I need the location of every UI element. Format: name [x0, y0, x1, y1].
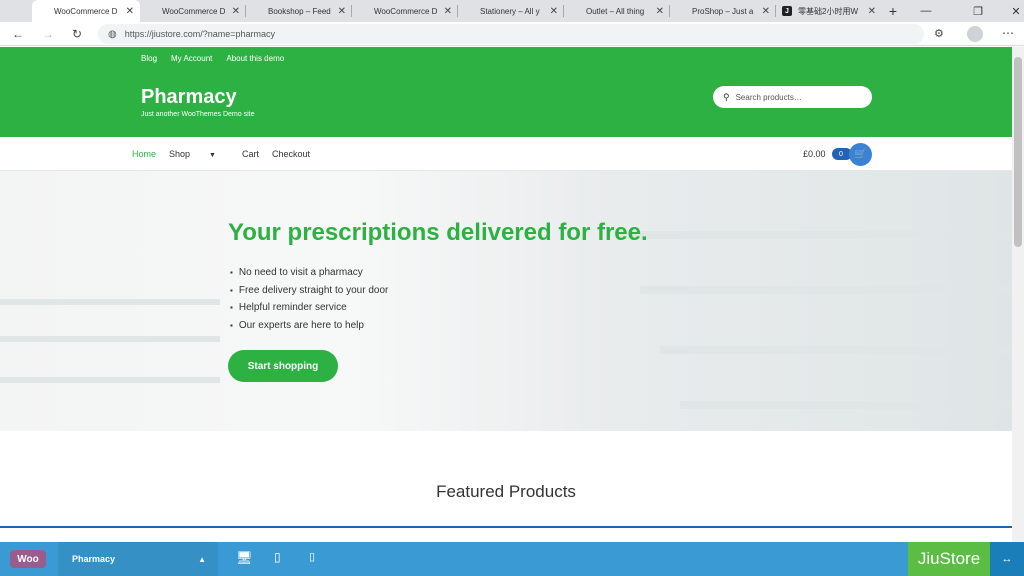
browser-tab[interactable]: Outlet – All thing ✕ [564, 0, 670, 22]
start-shopping-button[interactable]: Start shopping [228, 350, 338, 382]
desktop-icon[interactable]: 🖥 [236, 550, 253, 566]
site-title[interactable]: Pharmacy [141, 86, 237, 109]
globe-icon: ◍ [108, 28, 117, 40]
back-icon[interactable]: ← [10, 26, 26, 42]
nav-home[interactable]: Home [132, 149, 156, 159]
list-item: No need to visit a pharmacy [230, 264, 388, 282]
expand-icon[interactable]: ↔ [990, 542, 1024, 576]
nav-shop-label: Shop [169, 149, 191, 159]
chevron-up-icon: ▲ [198, 554, 206, 564]
browser-tab[interactable]: Bookshop – Feed ✕ [246, 0, 352, 22]
jiustore-brand[interactable]: JiuStore [908, 542, 990, 576]
reload-icon[interactable]: ↻ [69, 26, 85, 42]
browser-tab[interactable]: WooCommerce D ✕ [32, 0, 140, 22]
list-item: Our experts are here to help [230, 317, 388, 335]
tab-label: WooCommerce D [54, 6, 118, 16]
list-item: Free delivery straight to your door [230, 282, 389, 300]
store-name: Pharmacy [72, 554, 116, 564]
store-selector[interactable]: Pharmacy ▲ [58, 542, 218, 576]
avatar[interactable] [967, 26, 983, 42]
basket-icon[interactable]: 🛒 [849, 143, 872, 166]
close-icon[interactable]: ✕ [656, 6, 664, 17]
browser-tab[interactable]: J 零基础2小时用W ✕ [776, 0, 882, 22]
close-icon[interactable]: ✕ [232, 6, 240, 17]
minimize-icon[interactable]: — [906, 0, 946, 22]
search-box[interactable]: ⚲ [713, 86, 872, 108]
browser-tab[interactable]: WooCommerce D ✕ [140, 0, 246, 22]
nav-checkout[interactable]: Checkout [272, 149, 310, 159]
more-menu-icon[interactable]: ⋯ [1002, 26, 1014, 40]
tab-label: WooCommerce D [374, 6, 438, 16]
tab-label: 零基础2小时用W [798, 6, 858, 16]
browser-tab[interactable]: Stationery – All y ✕ [458, 0, 564, 22]
featured-section: Featured Products [0, 431, 1012, 501]
new-tab-button[interactable]: + [882, 0, 904, 22]
maximize-icon[interactable]: ❐ [958, 0, 998, 22]
scrollbar-thumb[interactable] [1014, 57, 1022, 247]
top-link-my-account[interactable]: My Account [171, 54, 212, 63]
close-window-icon[interactable]: ✕ [996, 0, 1024, 22]
tab-label: Bookshop – Feed [268, 6, 331, 16]
close-icon[interactable]: ✕ [762, 6, 770, 17]
nav-shop[interactable]: Shop ▼ [169, 149, 229, 159]
featured-heading: Featured Products [436, 482, 576, 501]
nav-cart[interactable]: Cart [242, 149, 259, 159]
extensions-icon[interactable]: ⚙ [934, 27, 944, 40]
tab-bar: WooCommerce D ✕ WooCommerce D ✕ Bookshop… [0, 0, 1024, 22]
top-link-blog[interactable]: Blog [141, 54, 157, 63]
url-text: https://jiustore.com/?name=pharmacy [124, 29, 276, 39]
hero-features-list: No need to visit a pharmacy Free deliver… [230, 264, 389, 335]
tab-label: Stationery – All y [480, 6, 540, 16]
hero-heading: Your prescriptions delivered for free. [228, 219, 648, 246]
divider [0, 526, 1012, 528]
url-field[interactable]: ◍ https://jiustore.com/?name=pharmacy [98, 24, 924, 44]
tablet-icon[interactable]: ▯ [274, 550, 281, 564]
woo-logo: Woo [10, 550, 46, 568]
search-icon: ⚲ [723, 91, 730, 102]
close-icon[interactable]: ✕ [550, 6, 558, 17]
close-icon[interactable]: ✕ [444, 6, 452, 17]
site-tagline: Just another WooThemes Demo site [141, 111, 255, 118]
site-header: Pharmacy Just another WooThemes Demo sit… [0, 69, 1012, 137]
mobile-icon[interactable]: ▯ [309, 550, 315, 563]
close-icon[interactable]: ✕ [338, 6, 346, 17]
list-item: Helpful reminder service [230, 299, 388, 317]
close-icon[interactable]: ✕ [126, 6, 134, 17]
browser-tab[interactable]: ProShop – Just a ✕ [670, 0, 776, 22]
scrollbar[interactable] [1012, 47, 1024, 542]
tab-label: ProShop – Just a [692, 6, 754, 16]
j-favicon-icon: J [782, 6, 792, 16]
close-icon[interactable]: ✕ [868, 6, 876, 17]
cart-total[interactable]: £0.00 [803, 149, 826, 159]
tab-label: Outlet – All thing [586, 6, 645, 16]
demo-bar: Woo Pharmacy ▲ 🖥 ▯ ▯ JiuStore ↔ [0, 542, 1024, 576]
search-input[interactable] [735, 92, 856, 102]
hero-banner: Your prescriptions delivered for free. N… [0, 171, 1012, 432]
address-bar: ← → ↻ ◍ https://jiustore.com/?name=pharm… [0, 22, 1024, 46]
chevron-down-icon: ▼ [209, 152, 216, 159]
tab-label: WooCommerce D [162, 6, 226, 16]
browser-tab[interactable]: WooCommerce D ✕ [352, 0, 458, 22]
main-navigation: Home Shop ▼ Cart Checkout £0.00 0 🛒 [0, 137, 1012, 171]
top-link-about[interactable]: About this demo [226, 54, 284, 63]
forward-icon[interactable]: → [40, 26, 56, 42]
top-links-bar: Blog My Account About this demo [0, 47, 1012, 69]
